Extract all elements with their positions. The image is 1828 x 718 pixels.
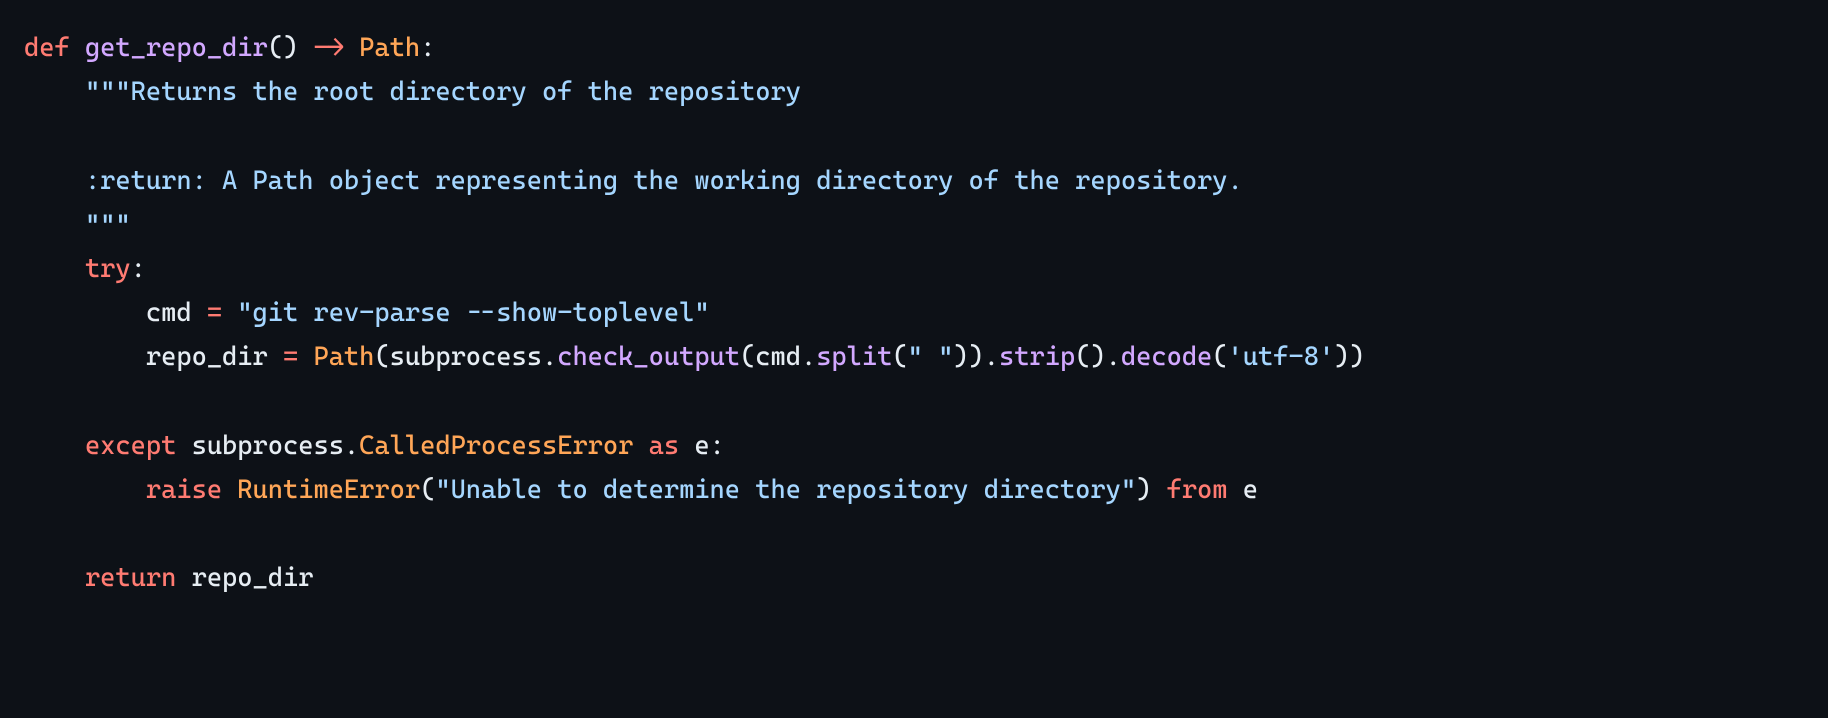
fn-split: split [816,342,892,372]
var-e: e [1243,475,1258,505]
docstring-close: """ [24,210,131,240]
parens-empty: () [1075,342,1105,372]
string-utf8: 'utf-8' [1228,342,1335,372]
keyword-except: except [85,431,176,461]
string-message: "Unable to determine the repository dire… [435,475,1136,505]
var-cmd: cmd [146,298,192,328]
code-block: def get_repo_dir() -> Path: """Returns t… [0,0,1828,626]
colon: : [420,33,435,63]
colon: : [131,254,146,284]
docstring-open: """ [85,77,131,107]
var-e: e [694,431,709,461]
keyword-as: as [649,431,679,461]
paren-close: ) [1136,475,1151,505]
sig-parens: () [268,33,298,63]
module-subprocess: subprocess [390,342,542,372]
paren-close: )) [1334,342,1364,372]
docstring-line1: Returns the root directory of the reposi… [131,77,801,107]
paren-close: )) [953,342,983,372]
string-space: " " [908,342,954,372]
fn-check-output: check_output [557,342,740,372]
var-repo-dir: repo_dir [192,563,314,593]
var-repo-dir: repo_dir [146,342,268,372]
paren-open: ( [374,342,389,372]
dot: . [801,342,816,372]
paren-open: ( [740,342,755,372]
var-cmd: cmd [755,342,801,372]
dot: . [542,342,557,372]
docstring-line2: :return: A Path object representing the … [24,166,1243,196]
return-type: Path [359,33,420,63]
dot: . [344,431,359,461]
colon: : [710,431,725,461]
keyword-from: from [1167,475,1228,505]
keyword-try: try [85,254,131,284]
class-runtime-error: RuntimeError [237,475,420,505]
paren-open: ( [1212,342,1227,372]
class-path: Path [313,342,374,372]
fn-strip: strip [999,342,1075,372]
class-called-process-error: CalledProcessError [359,431,633,461]
assign: = [192,298,238,328]
string-cmd: "git rev-parse --show-toplevel" [237,298,709,328]
fn-decode: decode [1121,342,1212,372]
keyword-return: return [85,563,176,593]
dot: . [984,342,999,372]
assign: = [268,342,314,372]
dot: . [1106,342,1121,372]
function-name: get_repo_dir [85,33,268,63]
module-subprocess: subprocess [192,431,344,461]
keyword-def: def [24,33,70,63]
paren-open: ( [892,342,907,372]
arrow: -> [298,33,359,63]
paren-open: ( [420,475,435,505]
keyword-raise: raise [146,475,222,505]
